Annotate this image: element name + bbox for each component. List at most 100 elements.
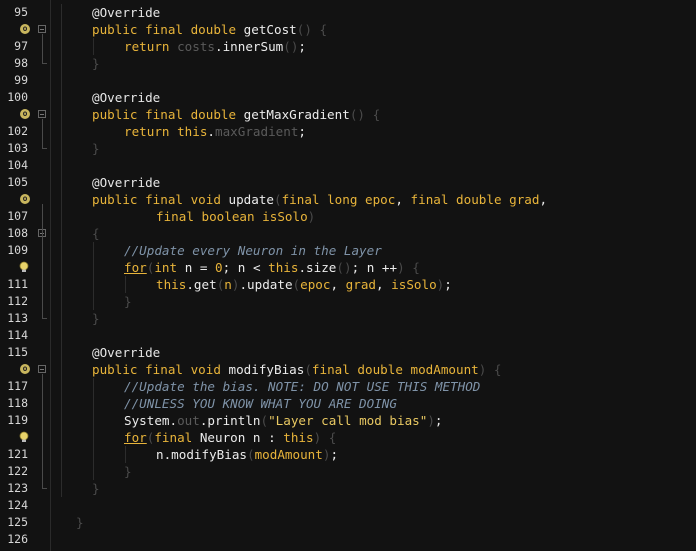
- indent-guide: [93, 38, 94, 55]
- code-token: final: [145, 107, 191, 122]
- code-line[interactable]: 118 //UNLESS YOU KNOW WHAT YOU ARE DOING: [0, 395, 696, 412]
- code-token: double: [357, 362, 411, 377]
- code-editor[interactable]: 95 @Override o public final double getCost(…: [0, 0, 696, 551]
- code-token: }: [124, 464, 132, 479]
- code-line[interactable]: 125}: [0, 514, 696, 531]
- code-text[interactable]: @Override: [92, 174, 160, 191]
- code-text[interactable]: }: [92, 140, 100, 157]
- code-line[interactable]: 95 @Override: [0, 4, 696, 21]
- code-token: }: [92, 311, 100, 326]
- code-line[interactable]: for(int n = 0; n < this.size(); n ++) {: [0, 259, 696, 276]
- code-token: ,: [376, 277, 392, 292]
- fold-toggle-icon[interactable]: [38, 110, 46, 118]
- code-token: ;: [298, 39, 307, 54]
- override-icon[interactable]: o: [20, 24, 30, 34]
- code-text[interactable]: public final double getCost() {: [92, 21, 327, 38]
- line-number: 105: [7, 175, 28, 189]
- code-text[interactable]: public final void modifyBias(final doubl…: [92, 361, 502, 378]
- override-icon[interactable]: o: [20, 194, 30, 204]
- code-line[interactable]: 104: [0, 157, 696, 174]
- code-line[interactable]: 100 @Override: [0, 89, 696, 106]
- fold-end-marker: [42, 488, 47, 489]
- code-line[interactable]: o public final void update(final long epo…: [0, 191, 696, 208]
- fold-toggle-icon[interactable]: [38, 25, 46, 33]
- code-token: isSolo: [262, 209, 308, 224]
- code-token: (: [304, 362, 312, 377]
- code-text[interactable]: final boolean isSolo): [156, 208, 315, 225]
- code-token: {: [92, 226, 100, 241]
- code-text[interactable]: }: [92, 310, 100, 327]
- code-token: .size: [298, 260, 337, 275]
- code-line[interactable]: o public final double getMaxGradient() {: [0, 106, 696, 123]
- code-token: {: [319, 22, 328, 37]
- line-number: 107: [7, 209, 28, 223]
- code-line[interactable]: 103}: [0, 140, 696, 157]
- code-line[interactable]: 99: [0, 72, 696, 89]
- code-text[interactable]: }: [92, 480, 100, 497]
- code-line[interactable]: 112}: [0, 293, 696, 310]
- code-line[interactable]: 107 final boolean isSolo): [0, 208, 696, 225]
- code-line[interactable]: o public final void modifyBias(final doub…: [0, 361, 696, 378]
- code-token: (: [292, 277, 301, 292]
- code-text[interactable]: //Update the bias. NOTE: DO NOT USE THIS…: [124, 378, 480, 395]
- lightbulb-hint-icon[interactable]: [18, 261, 30, 273]
- code-line[interactable]: 124: [0, 497, 696, 514]
- code-line[interactable]: 98}: [0, 55, 696, 72]
- code-token: void: [190, 362, 229, 377]
- fold-toggle-icon[interactable]: [38, 365, 46, 373]
- override-icon[interactable]: o: [20, 109, 30, 119]
- code-text[interactable]: //Update every Neuron in the Layer: [124, 242, 382, 259]
- code-line[interactable]: 122}: [0, 463, 696, 480]
- code-line[interactable]: 102 return this.maxGradient;: [0, 123, 696, 140]
- code-line[interactable]: 115 @Override: [0, 344, 696, 361]
- code-line[interactable]: 109 //Update every Neuron in the Layer: [0, 242, 696, 259]
- code-text[interactable]: }: [124, 463, 132, 480]
- code-text[interactable]: for(int n = 0; n < this.size(); n ++) {: [124, 259, 420, 276]
- override-icon[interactable]: o: [20, 364, 30, 374]
- code-line[interactable]: 113}: [0, 310, 696, 327]
- line-number: 114: [7, 328, 28, 342]
- code-text[interactable]: }: [92, 55, 100, 72]
- code-line[interactable]: 105 @Override: [0, 174, 696, 191]
- code-text[interactable]: for(final Neuron n : this) {: [124, 429, 336, 446]
- line-number: 112: [7, 294, 28, 308]
- code-token: update: [228, 192, 275, 207]
- fold-end-marker: [42, 148, 47, 149]
- code-line[interactable]: 97 return costs.innerSum();: [0, 38, 696, 55]
- code-text[interactable]: //UNLESS YOU KNOW WHAT YOU ARE DOING: [124, 395, 397, 412]
- code-token: //Update every Neuron in the Layer: [124, 243, 382, 258]
- code-line[interactable]: 119 System.out.println("Layer call mod bi…: [0, 412, 696, 429]
- code-text[interactable]: public final double getMaxGradient() {: [92, 106, 380, 123]
- code-text[interactable]: System.out.println("Layer call mod bias"…: [124, 412, 443, 429]
- fold-guide-line: [42, 204, 43, 318]
- code-token: {: [372, 107, 381, 122]
- code-text[interactable]: n.modifyBias(modAmount);: [156, 446, 338, 463]
- code-line[interactable]: 123}: [0, 480, 696, 497]
- code-line[interactable]: for(final Neuron n : this) {: [0, 429, 696, 446]
- code-line[interactable]: 108 {: [0, 225, 696, 242]
- code-text[interactable]: @Override: [92, 4, 160, 21]
- code-token: .update: [239, 277, 293, 292]
- code-line[interactable]: 121 n.modifyBias(modAmount);: [0, 446, 696, 463]
- code-line[interactable]: 114: [0, 327, 696, 344]
- code-text[interactable]: public final void update(final long epoc…: [92, 191, 547, 208]
- code-text[interactable]: this.get(n).update(epoc, grad, isSolo);: [156, 276, 452, 293]
- code-text[interactable]: @Override: [92, 89, 160, 106]
- code-text[interactable]: }: [124, 293, 132, 310]
- code-token: grad: [509, 192, 540, 207]
- code-text[interactable]: return costs.innerSum();: [124, 38, 306, 55]
- code-text[interactable]: {: [92, 225, 100, 242]
- code-text[interactable]: }: [76, 514, 84, 531]
- line-number: 123: [7, 481, 28, 495]
- code-line[interactable]: o public final double getCost() {: [0, 21, 696, 38]
- lightbulb-hint-icon[interactable]: [18, 431, 30, 443]
- code-token: System.: [124, 413, 178, 428]
- code-token: ;: [444, 277, 452, 292]
- indent-guide: [125, 446, 126, 463]
- code-line[interactable]: 126: [0, 531, 696, 548]
- code-text[interactable]: @Override: [92, 344, 160, 361]
- code-line[interactable]: 117 //Update the bias. NOTE: DO NOT USE T…: [0, 378, 696, 395]
- code-text[interactable]: return this.maxGradient;: [124, 123, 306, 140]
- line-number: 122: [7, 464, 28, 478]
- code-line[interactable]: 111 this.get(n).update(epoc, grad, isSolo…: [0, 276, 696, 293]
